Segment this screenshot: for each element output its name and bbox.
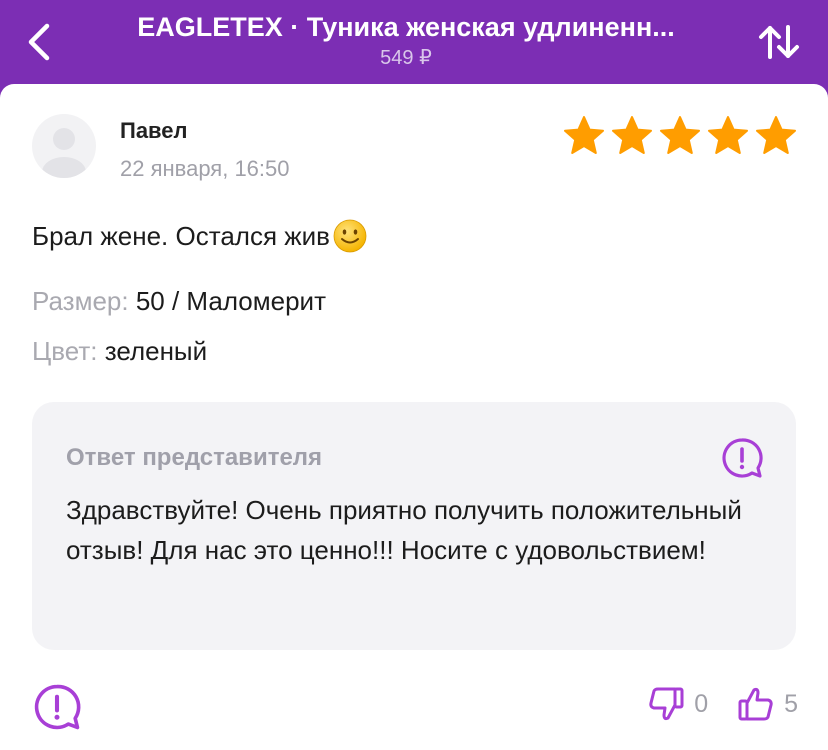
review-card: Павел 22 января, 16:50 Брал жене. Осталс… <box>0 84 828 750</box>
sort-button[interactable] <box>752 14 806 70</box>
thumbs-down-icon <box>649 687 684 721</box>
avatar <box>32 114 96 178</box>
chevron-left-icon <box>28 23 50 61</box>
reply-text: Здравствуйте! Очень приятно получить пол… <box>66 495 742 565</box>
report-icon <box>34 684 81 730</box>
review-text-line: Брал жене. Остался жив <box>32 218 368 254</box>
product-title: EAGLETEX · Туника женская удлиненн... <box>137 12 675 42</box>
user-placeholder-icon <box>42 128 86 178</box>
review-date: 22 января, 16:50 <box>120 156 290 181</box>
report-review-button[interactable] <box>32 682 82 732</box>
star-icon <box>612 116 652 154</box>
star-rating <box>562 114 798 158</box>
size-label: Размер: <box>32 286 129 316</box>
thumbs-up-icon <box>738 687 773 721</box>
reply-title: Ответ представителя <box>66 444 323 471</box>
seller-reply: Ответ представителя Здравствуйте! Очень … <box>32 402 796 650</box>
color-label: Цвет: <box>32 336 98 366</box>
review-text: Брал жене. Остался жив <box>32 220 330 251</box>
like-count: 5 <box>784 689 798 718</box>
size-row: Размер: 50 / Маломерит <box>32 286 326 317</box>
color-row: Цвет: зеленый <box>32 336 207 367</box>
smiley-emoji-icon <box>332 218 368 254</box>
back-button[interactable] <box>14 14 64 70</box>
dislike-count: 0 <box>694 689 709 718</box>
star-icon <box>756 116 796 154</box>
report-icon <box>722 438 763 478</box>
sort-arrows-icon <box>759 25 799 59</box>
header-title-block: EAGLETEX · Туника женская удлиненн... 54… <box>96 8 716 70</box>
top-bar: EAGLETEX · Туника женская удлиненн... 54… <box>0 0 828 84</box>
author-name: Павел <box>120 118 188 143</box>
like-button[interactable]: 5 <box>736 684 798 724</box>
reply-report-button[interactable] <box>720 436 764 480</box>
vote-controls: 0 5 <box>646 684 798 724</box>
star-icon <box>660 116 700 154</box>
star-icon <box>708 116 748 154</box>
size-value: 50 / Маломерит <box>135 286 326 316</box>
dislike-button[interactable]: 0 <box>646 684 708 724</box>
color-value: зеленый <box>104 336 208 366</box>
product-price: 549 ₽ <box>380 47 432 69</box>
star-icon <box>564 116 604 154</box>
